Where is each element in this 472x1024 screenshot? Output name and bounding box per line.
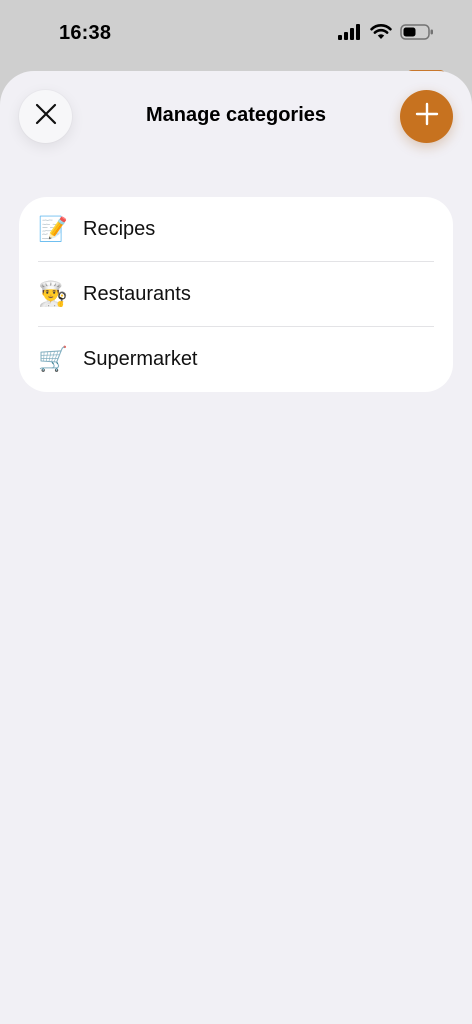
memo-pencil-icon: 📝 <box>38 215 68 243</box>
status-time: 16:38 <box>59 22 112 44</box>
status-bar: 16:38 <box>0 0 472 70</box>
battery-icon <box>400 24 434 45</box>
category-row-recipes[interactable]: 📝 Recipes <box>19 197 453 262</box>
chef-icon: 👨‍🍳 <box>38 280 68 308</box>
plus-icon <box>415 102 439 131</box>
categories-list: 📝 Recipes 👨‍🍳 Restaurants 🛒 Supermarket <box>19 197 453 392</box>
signal-icon <box>338 24 362 45</box>
shopping-cart-icon: 🛒 <box>38 345 68 373</box>
manage-categories-sheet: Manage categories 📝 Recipes 👨‍🍳 Restaura… <box>0 71 472 1024</box>
wifi-icon <box>370 24 392 45</box>
category-row-supermarket[interactable]: 🛒 Supermarket <box>19 327 453 392</box>
category-label: Supermarket <box>83 348 198 370</box>
category-label: Recipes <box>83 218 156 240</box>
category-label: Restaurants <box>83 283 191 305</box>
add-category-button[interactable] <box>400 90 453 143</box>
status-icons <box>338 24 434 45</box>
category-row-restaurants[interactable]: 👨‍🍳 Restaurants <box>19 262 453 327</box>
